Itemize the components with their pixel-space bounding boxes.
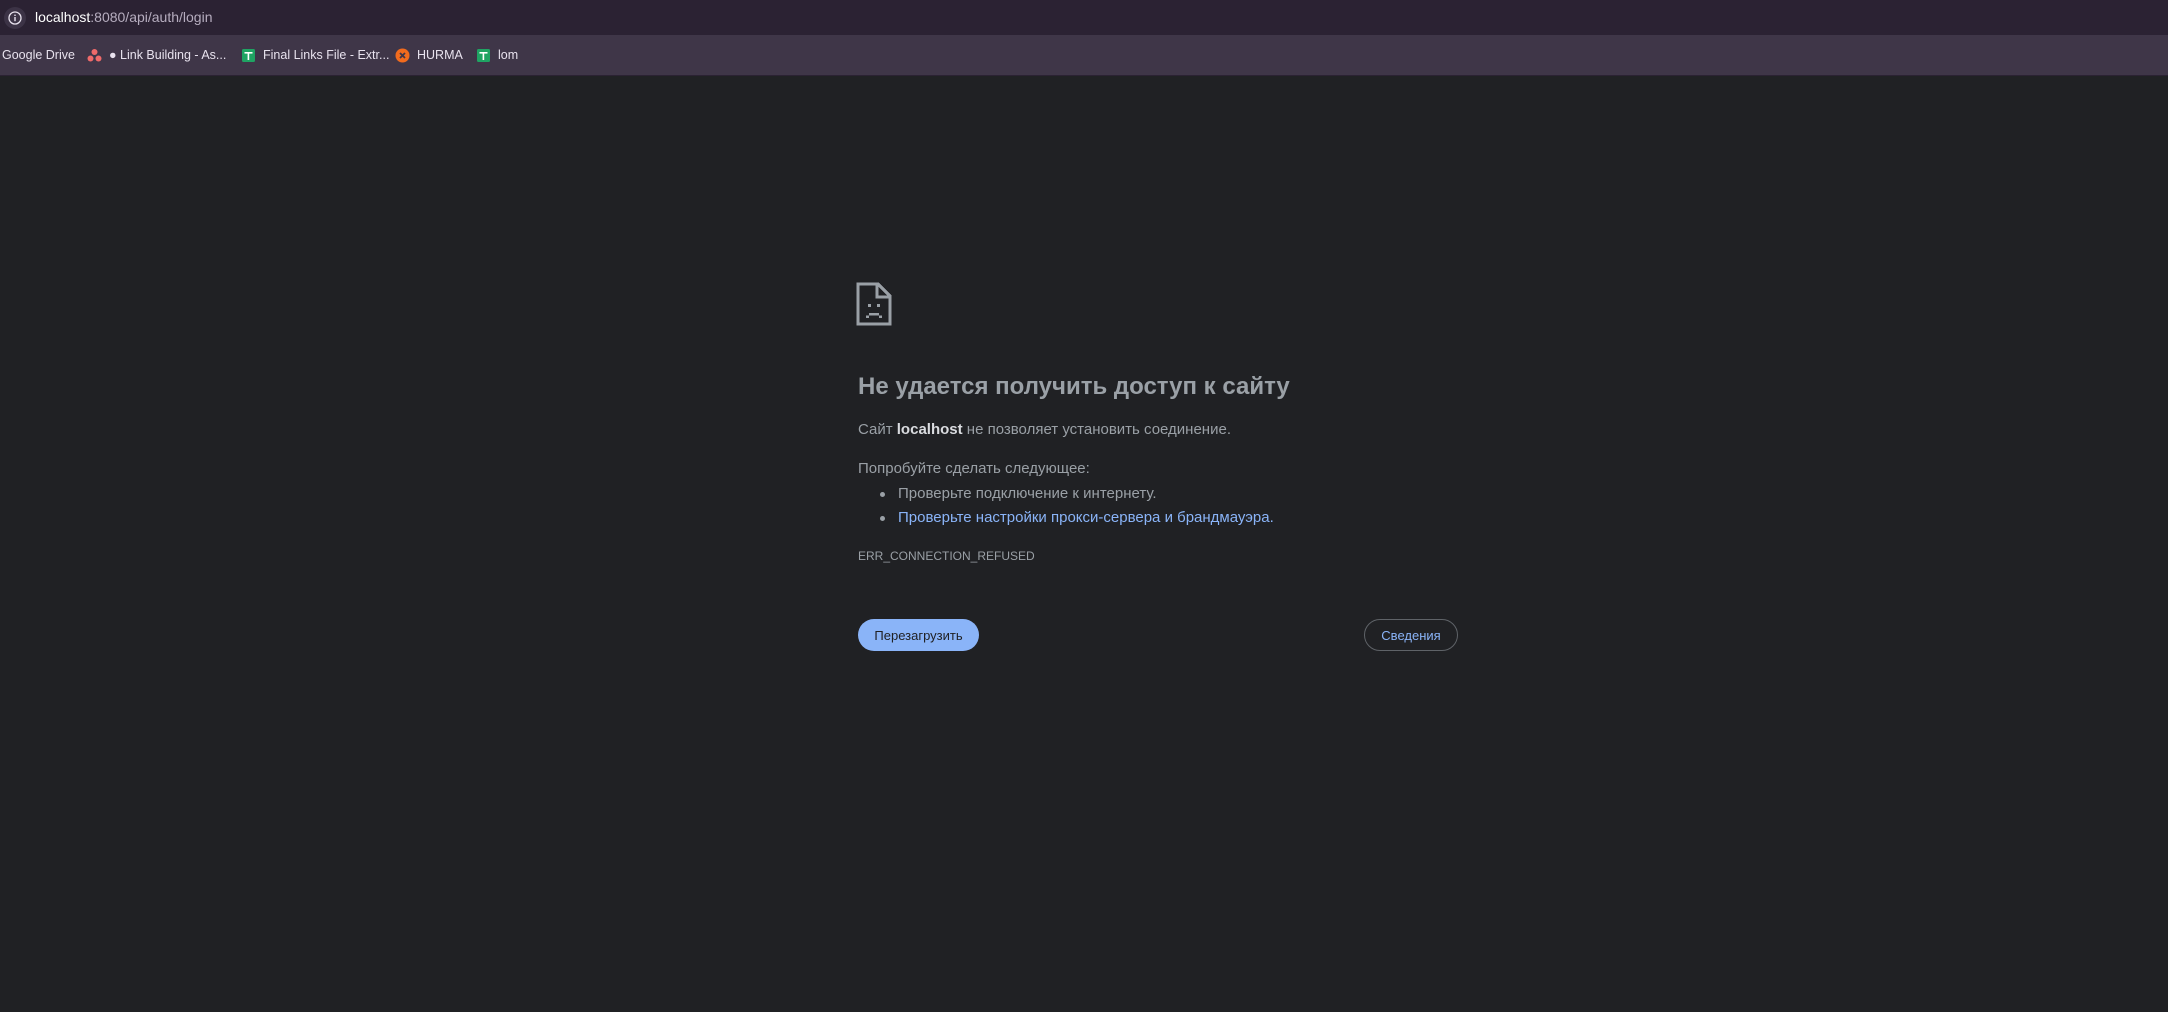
- details-button[interactable]: Сведения: [1364, 619, 1458, 651]
- bookmark-label: Final Links File - Extr...: [263, 48, 390, 62]
- try-heading: Попробуйте сделать следующее:: [858, 460, 1090, 477]
- suggestion-check-connection: Проверьте подключение к интернету.: [858, 482, 1274, 506]
- bookmark-label: Google Drive: [2, 48, 75, 62]
- bookmark-final-links-file[interactable]: Final Links File - Extr...: [241, 35, 389, 75]
- sad-document-icon: [856, 282, 892, 331]
- google-sheets-icon: [476, 48, 491, 63]
- bookmark-link-building[interactable]: ● Link Building - As...: [87, 35, 226, 75]
- asana-icon: [87, 48, 102, 63]
- site-name: localhost: [896, 421, 963, 438]
- error-title: Не удается получить доступ к сайту: [858, 373, 1290, 400]
- error-code: ERR_CONNECTION_REFUSED: [858, 549, 1035, 563]
- bookmark-label: lom: [498, 48, 519, 62]
- proxy-firewall-link[interactable]: Проверьте настройки прокси-сервера и бра…: [898, 509, 1274, 526]
- bookmark-lom[interactable]: lom: [476, 35, 518, 75]
- url-host: localhost: [35, 9, 91, 25]
- address-bar[interactable]: localhost:8080/api/auth/login: [0, 0, 2168, 35]
- google-sheets-icon: [241, 48, 256, 63]
- url-text[interactable]: localhost:8080/api/auth/login: [35, 9, 212, 25]
- bookmark-google-drive[interactable]: Google Drive: [2, 35, 75, 75]
- description-suffix: не позволяет установить соединение.: [962, 421, 1231, 438]
- reload-button[interactable]: Перезагрузить: [858, 619, 979, 651]
- bookmark-label: ● Link Building - As...: [109, 48, 227, 62]
- description-prefix: Сайт: [858, 421, 897, 438]
- suggestion-proxy-firewall-link[interactable]: Проверьте настройки прокси-сервера и бра…: [858, 506, 1274, 530]
- bookmark-hurma[interactable]: HURMA: [395, 35, 463, 75]
- site-info-icon[interactable]: [4, 7, 26, 29]
- suggestions-list: Проверьте подключение к интернету. Прове…: [858, 482, 1274, 530]
- url-path: :8080/api/auth/login: [90, 9, 213, 25]
- bookmark-label: HURMA: [417, 48, 463, 62]
- error-description: Сайт localhost не позволяет установить с…: [858, 421, 1231, 438]
- hurma-icon: [395, 48, 410, 63]
- bookmarks-bar: Google Drive ● Link Building - As... Fin…: [0, 35, 2168, 76]
